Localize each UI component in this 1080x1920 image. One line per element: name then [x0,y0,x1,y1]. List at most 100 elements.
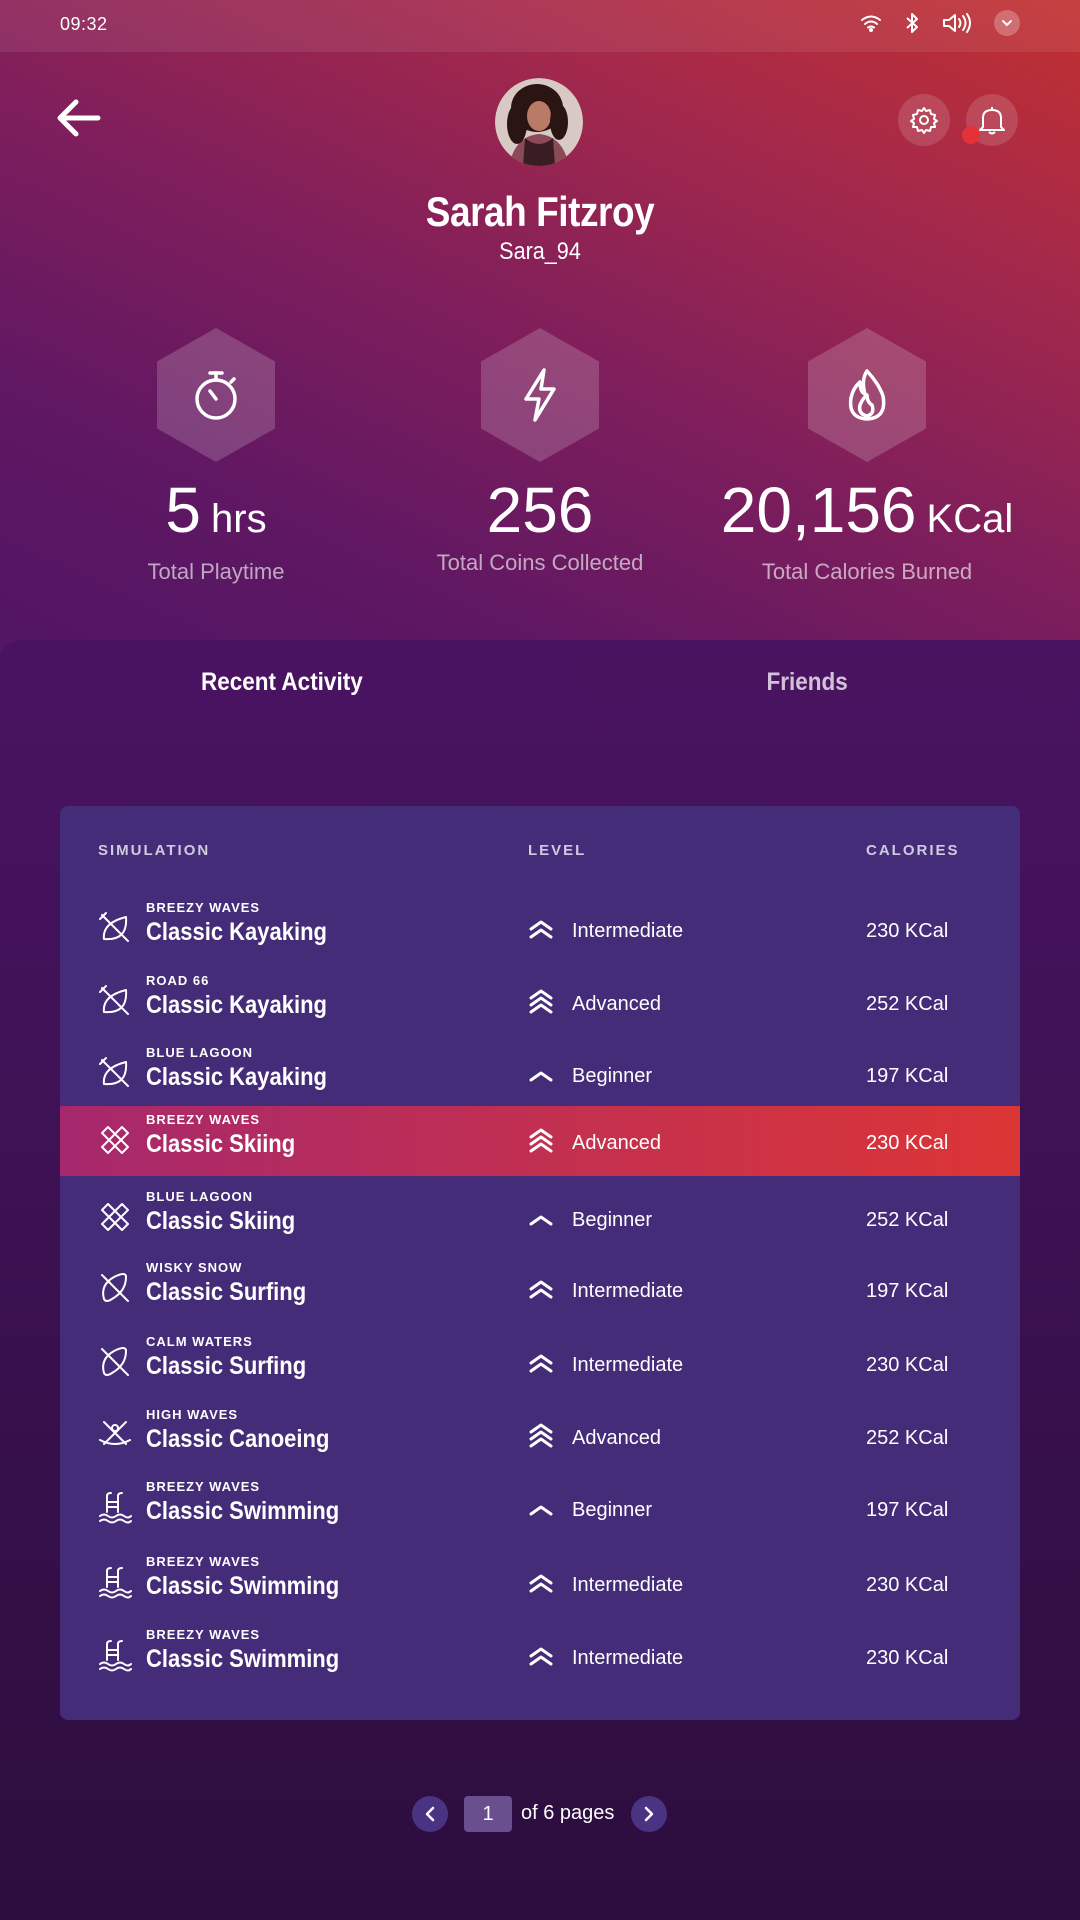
table-row[interactable]: CALM WATERS Classic Surfing Intermediate 23… [60,1328,1020,1398]
header-calories: CALORIES [866,842,960,859]
table-row[interactable]: BREEZY WAVES Classic Swimming Intermediate… [60,1621,1020,1691]
page-count-text: of 6 pages [521,1802,615,1824]
triple-chevron-up-icon [529,1128,553,1153]
status-time: 09:32 [60,14,108,34]
activity-calories: 230 KCal [866,1132,949,1154]
surfboard-icon [101,1273,129,1302]
activity-calories: 197 KCal [866,1280,949,1302]
table-row[interactable]: BREEZY WAVES Classic Swimming Intermediate… [60,1548,1020,1618]
activity-level: Advanced [572,1132,661,1154]
stat-unit: hrs [211,497,267,541]
stopwatch-icon [195,371,237,420]
settings-button[interactable] [898,94,950,146]
kayak-icon [99,912,129,942]
table-row[interactable]: HIGH WAVES Classic Canoeing Advanced 252 KC… [60,1401,1020,1471]
stat-calories: 20,156 KCal Total Calories Burned [697,328,1037,585]
activity-title: Classic Kayaking [146,1063,327,1091]
status-bar: 09:32 [0,0,1080,52]
lightning-icon [524,368,556,422]
chevron-up-icon [529,1071,553,1082]
activity-location: WISKY SNOW [146,1260,243,1275]
hexagon-badge [157,328,275,462]
activity-level: Beginner [572,1499,653,1521]
activity-location: BLUE LAGOON [146,1189,254,1204]
double-chevron-up-icon [529,1354,553,1373]
activity-level: Intermediate [572,1354,684,1376]
activity-calories: 197 KCal [866,1065,949,1087]
activity-calories: 230 KCal [866,920,949,942]
prev-page-button[interactable] [412,1796,448,1832]
profile-name: Sarah Fitzroy [425,188,655,235]
current-page-input[interactable]: 1 [464,1796,512,1832]
surfboard-icon [101,1347,129,1376]
activity-calories: 252 KCal [866,1209,949,1231]
activity-title: Classic Skiing [146,1130,296,1158]
table-row[interactable]: BREEZY WAVES Classic Kayaking Intermediate… [60,894,1020,964]
activity-calories: 230 KCal [866,1647,949,1669]
activity-title: Classic Skiing [146,1207,296,1235]
active-tab-shape [0,640,1080,730]
activity-location: BREEZY WAVES [146,1554,261,1569]
double-chevron-up-icon [529,920,553,939]
bell-icon [979,107,1005,135]
activity-level: Intermediate [572,1574,684,1596]
kayak-icon [99,1057,129,1087]
header-level: LEVEL [528,842,587,859]
gear-icon [910,107,938,134]
double-chevron-up-icon [529,1280,553,1299]
activity-level: Intermediate [572,1280,684,1302]
activity-title: Classic Swimming [146,1572,340,1600]
activity-title: Classic Swimming [146,1645,340,1673]
status-dropdown-button[interactable] [994,10,1020,36]
table-row[interactable]: BREEZY WAVES Classic Skiing Advanced 230 KC… [60,1106,1020,1176]
arrow-left-icon [57,99,101,137]
avatar [495,78,583,166]
triple-chevron-up-icon [529,989,553,1014]
activity-calories: 252 KCal [866,993,949,1015]
double-chevron-up-icon [529,1574,553,1593]
table-row[interactable]: BLUE LAGOON Classic Kayaking Beginner 197 K… [60,1039,1020,1109]
pagination: 1 of 6 pages [0,1796,1080,1836]
activity-level: Advanced [572,993,661,1015]
wifi-icon [860,14,882,32]
table-row[interactable]: WISKY SNOW Classic Surfing Intermediate 197… [60,1254,1020,1324]
flame-icon [848,369,886,421]
activity-level: Beginner [572,1065,653,1087]
activity-title: Classic Kayaking [146,991,327,1019]
activity-table: SIMULATION LEVEL CALORIES BREEZY WAVES Cl… [60,806,1020,1720]
activity-calories: 230 KCal [866,1574,949,1596]
tab-bar: Recent Activity Friends [0,640,1080,730]
tab-friends[interactable]: Friends [767,668,848,697]
activity-location: HIGH WAVES [146,1407,239,1422]
pool-icon [99,1567,132,1599]
stat-value: 5 [165,474,201,546]
hexagon-badge [808,328,926,462]
pool-icon [99,1640,132,1672]
table-row[interactable]: BLUE LAGOON Classic Skiing Beginner 252 KCa… [60,1183,1020,1253]
stat-playtime: 5 hrs Total Playtime [46,328,386,585]
activity-calories: 197 KCal [866,1499,949,1521]
activity-calories: 252 KCal [866,1427,949,1449]
chevron-up-icon [529,1215,553,1226]
next-page-button[interactable] [631,1796,667,1832]
table-row[interactable]: ROAD 66 Classic Kayaking Advanced 252 KCal [60,967,1020,1037]
activity-title: Classic Swimming [146,1497,340,1525]
activity-location: BREEZY WAVES [146,900,261,915]
canoe-icon [99,1421,131,1445]
stat-label: Total Playtime [147,559,285,584]
stat-value: 20,156 [720,474,917,546]
bluetooth-icon [904,12,920,34]
ski-icon [101,1203,129,1231]
tab-recent-activity[interactable]: Recent Activity [201,668,363,697]
activity-level: Intermediate [572,920,684,942]
activity-level: Beginner [572,1209,653,1231]
chevron-left-icon [425,1806,435,1822]
table-row[interactable]: BREEZY WAVES Classic Swimming Beginner 197 … [60,1473,1020,1543]
back-button[interactable] [56,98,106,142]
volume-icon [942,12,972,34]
activity-location: BREEZY WAVES [146,1479,261,1494]
stat-label: Total Coins Collected [436,550,644,575]
activity-location: CALM WATERS [146,1334,253,1349]
chevron-right-icon [644,1806,654,1822]
header-simulation: SIMULATION [98,842,211,859]
